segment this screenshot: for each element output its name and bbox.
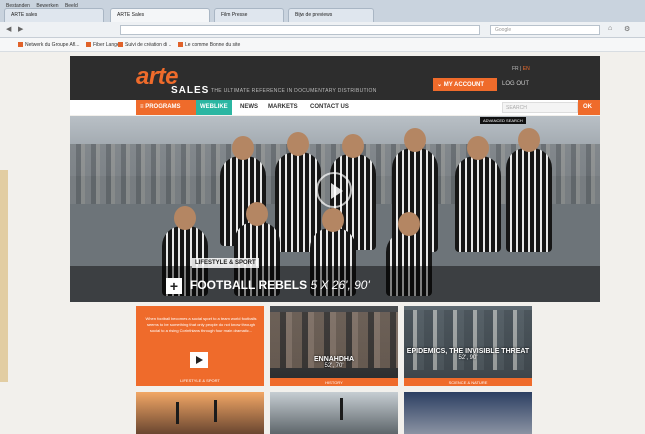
tile-title: EPIDEMICS, THE INVISIBLE THREAT 52', 90' bbox=[406, 348, 530, 361]
program-tile[interactable]: When football becomes a social sport to … bbox=[136, 306, 264, 386]
menu-icon: ≡ bbox=[140, 104, 144, 110]
tile-figure bbox=[340, 398, 343, 420]
logout-link[interactable]: LOG OUT bbox=[502, 81, 529, 87]
logo-sales: SALES bbox=[171, 85, 210, 96]
tile-figure bbox=[214, 400, 217, 422]
browser-tab-active[interactable]: ARTE Sales bbox=[110, 8, 210, 22]
hero-banner[interactable]: LIFESTYLE & SPORT + FOOTBALL REBELS 5 X … bbox=[70, 116, 600, 302]
site-header: arte SALES THE ULTIMATE REFERENCE IN DOC… bbox=[70, 56, 600, 100]
tile-title: ENNAHDHA 52', 70' bbox=[313, 356, 355, 369]
nav-programs[interactable]: ≡ PROGRAMS bbox=[136, 100, 196, 115]
program-tile[interactable]: EPIDEMICS, THE INVISIBLE THREAT 52', 90' … bbox=[404, 306, 532, 386]
add-icon[interactable]: + bbox=[166, 278, 182, 294]
tile-category: HISTORY bbox=[270, 378, 398, 386]
bookmark[interactable]: Fiber Lange bbox=[86, 42, 120, 48]
settings-icon[interactable]: ⚙ bbox=[624, 25, 630, 33]
bookmark[interactable]: Suivi de création di .. bbox=[118, 42, 171, 48]
nav-contact[interactable]: CONTACT US bbox=[306, 100, 353, 115]
site-search-input[interactable]: SEARCH bbox=[502, 102, 578, 113]
nav-markets[interactable]: MARKETS bbox=[264, 100, 302, 115]
search-ok-button[interactable]: OK bbox=[578, 100, 600, 115]
nav-news[interactable]: NEWS bbox=[236, 100, 262, 115]
program-tile[interactable] bbox=[404, 392, 532, 434]
program-tile[interactable] bbox=[136, 392, 264, 434]
browser-tab[interactable]: Bijw de previews bbox=[288, 8, 374, 22]
program-tile[interactable]: ENNAHDHA 52', 70' HISTORY bbox=[270, 306, 398, 386]
bookmark-icon bbox=[18, 42, 23, 48]
tagline: THE ULTIMATE REFERENCE IN DOCUMENTARY DI… bbox=[211, 88, 377, 94]
desk-background bbox=[0, 170, 8, 382]
language-switch: FR | EN bbox=[512, 66, 530, 72]
bookmark-icon bbox=[118, 42, 123, 48]
play-icon[interactable] bbox=[316, 172, 352, 208]
advanced-search-link[interactable]: ADVANCED SEARCH bbox=[480, 117, 526, 124]
play-icon[interactable] bbox=[190, 352, 208, 368]
browser-tab[interactable]: Film Presse bbox=[214, 8, 284, 22]
home-icon[interactable]: ⌂ bbox=[608, 25, 612, 32]
bookmark-icon bbox=[86, 42, 91, 48]
browser-search-input[interactable]: Google bbox=[490, 25, 600, 35]
tile-figure bbox=[176, 402, 179, 424]
bookmarks-bar: Netwerk du Groupe Afl... Fiber Lange Sui… bbox=[0, 38, 645, 52]
bookmark[interactable]: Netwerk du Groupe Afl... bbox=[18, 42, 79, 48]
lang-fr[interactable]: FR bbox=[512, 66, 519, 72]
hero-player bbox=[506, 128, 552, 252]
forward-icon[interactable]: ▶ bbox=[18, 25, 23, 33]
address-bar[interactable] bbox=[120, 25, 480, 35]
tile-category: SCIENCE & NATURE bbox=[404, 378, 532, 386]
chevron-down-icon: ⌄ bbox=[437, 82, 443, 88]
browser-tab[interactable]: ARTE sales bbox=[4, 8, 104, 22]
nav-weblike[interactable]: WEBLIKE bbox=[196, 100, 232, 115]
hero-title[interactable]: FOOTBALL REBELS 5 X 26', 90' bbox=[190, 278, 370, 292]
back-icon[interactable]: ◀ bbox=[6, 25, 11, 33]
browser-nav-bar: ◀ ▶ Google ⌂ ⚙ bbox=[0, 22, 645, 38]
bookmark-icon bbox=[178, 42, 183, 48]
tile-image bbox=[404, 310, 532, 370]
hero-player bbox=[455, 136, 501, 252]
tile-description: When football becomes a social sport to … bbox=[145, 316, 257, 333]
browser-tab-bar: Bestanden Bewerken Beeld ARTE sales ARTE… bbox=[0, 0, 645, 22]
tile-category: LIFESTYLE & SPORT bbox=[180, 378, 220, 383]
lang-en[interactable]: EN bbox=[523, 66, 530, 72]
hero-duration: 5 X 26', 90' bbox=[310, 278, 370, 292]
program-tile[interactable] bbox=[270, 392, 398, 434]
bookmark[interactable]: Le comme Bonne du site bbox=[178, 42, 240, 48]
hero-category: LIFESTYLE & SPORT bbox=[192, 258, 259, 268]
my-account-button[interactable]: ⌄ MY ACCOUNT bbox=[433, 78, 497, 91]
main-nav: ≡ PROGRAMS WEBLIKE NEWS MARKETS CONTACT … bbox=[70, 100, 600, 115]
